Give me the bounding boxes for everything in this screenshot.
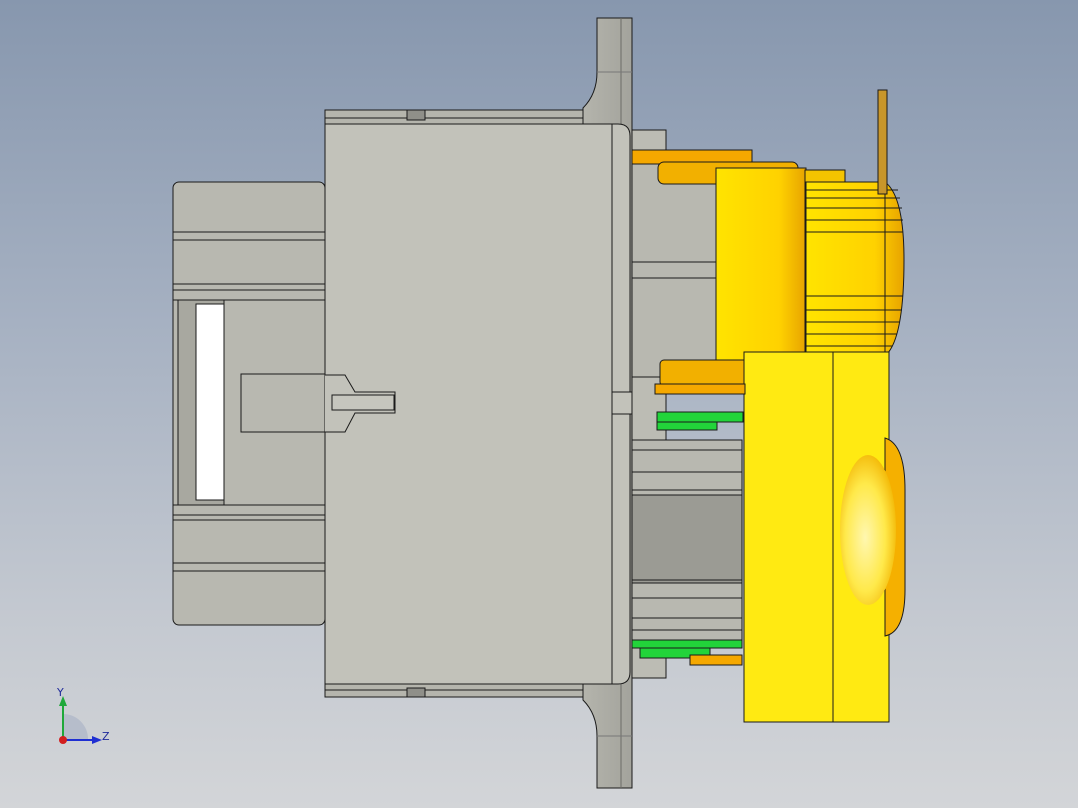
y-axis-label: Y xyxy=(57,686,64,699)
graphics-viewport[interactable]: Y Z xyxy=(0,0,1078,808)
main-housing xyxy=(324,109,657,698)
ribbed-barrel xyxy=(805,181,905,357)
x-axis-dot xyxy=(59,736,67,744)
plug-body xyxy=(172,181,326,626)
z-axis-label: Z xyxy=(102,730,110,743)
terminal-tab xyxy=(877,89,888,195)
connector-model[interactable] xyxy=(0,0,1078,808)
lower-yellow-block xyxy=(743,351,906,723)
orientation-triad: Y Z xyxy=(48,684,118,754)
